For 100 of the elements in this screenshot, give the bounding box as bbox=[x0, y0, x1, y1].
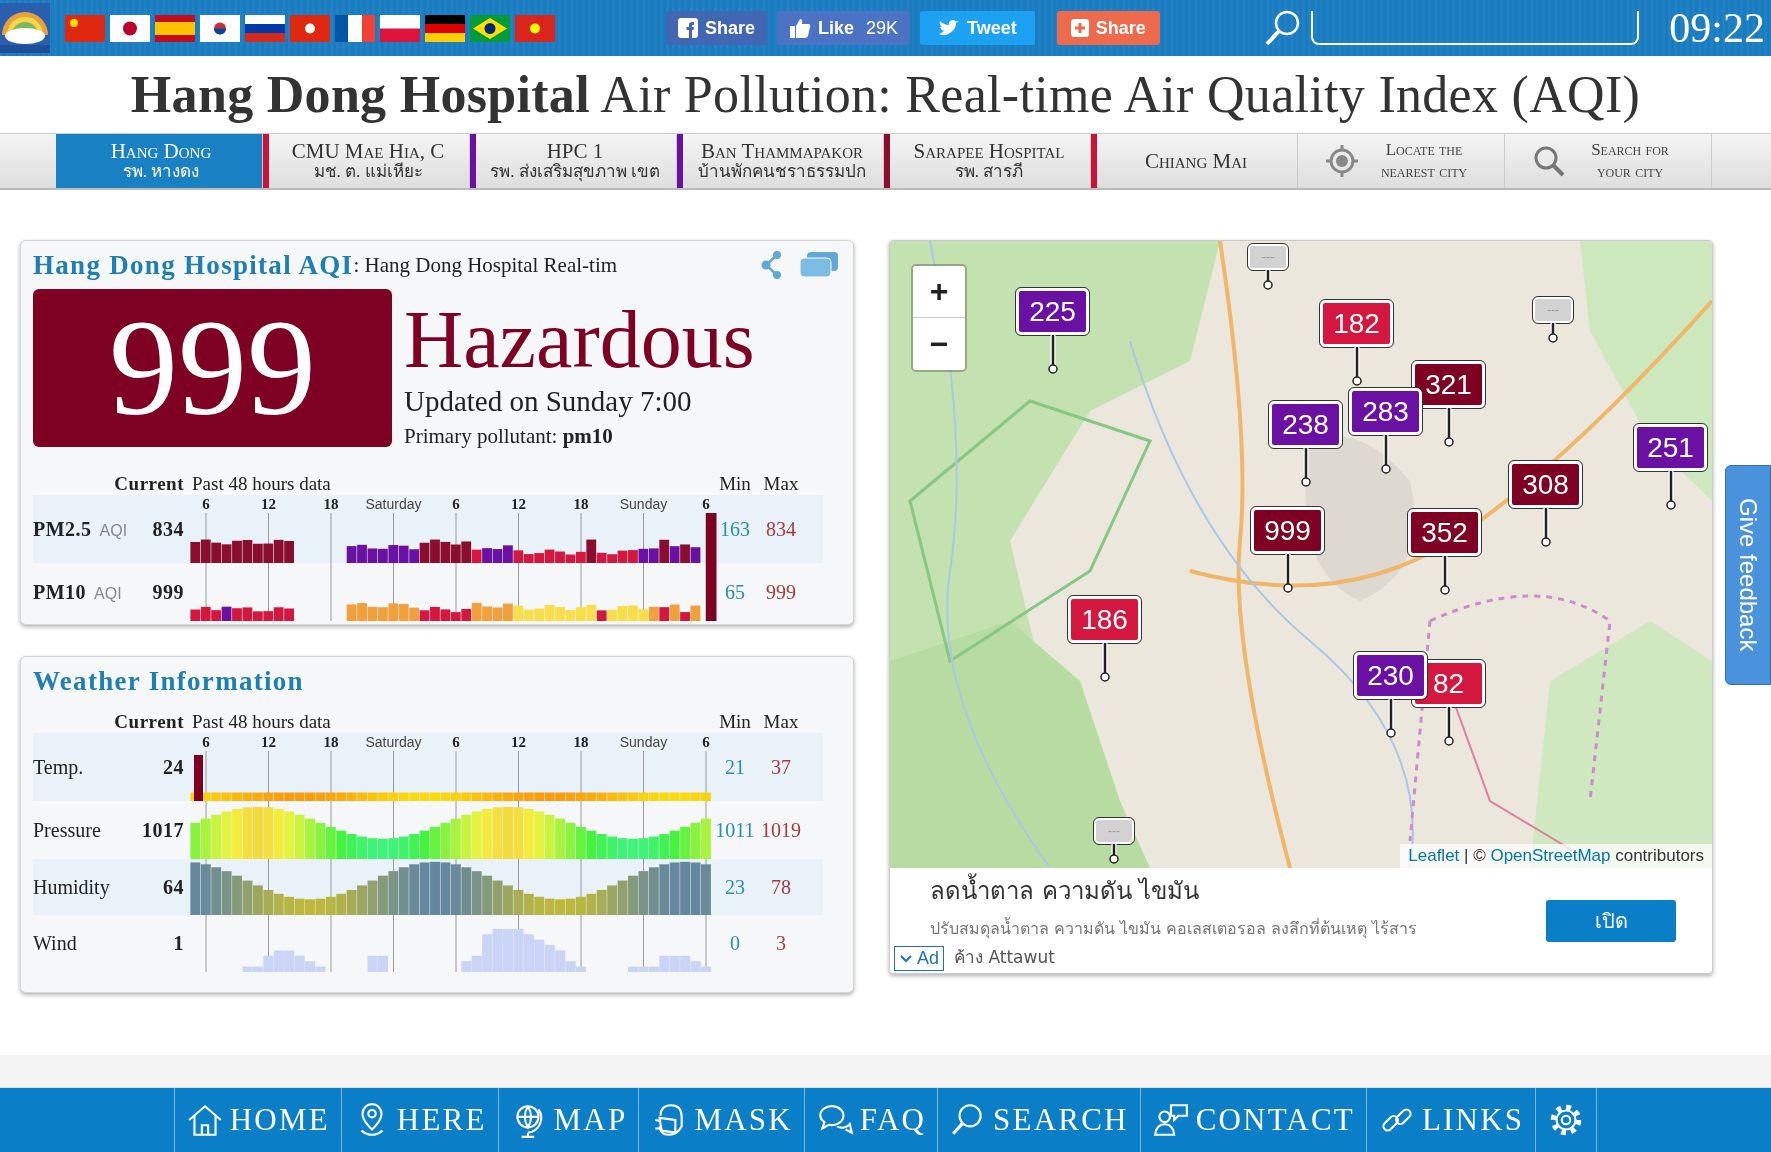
map-marker[interactable]: 283 bbox=[1349, 388, 1422, 435]
nav-button[interactable]: HOME bbox=[173, 1088, 341, 1152]
column-header: Current bbox=[113, 711, 184, 733]
axis-label: 12 bbox=[260, 733, 277, 751]
tab-subtitle: มช. ต. แม่เหียะ bbox=[313, 162, 423, 182]
nav-tab[interactable]: Locate the nearest city bbox=[1298, 134, 1505, 188]
clock: 09:22 bbox=[1669, 4, 1765, 52]
aqi-level: Hazardous bbox=[404, 299, 755, 381]
nav-button[interactable]: FAQ bbox=[803, 1088, 938, 1152]
min-value: 0 bbox=[729, 932, 741, 955]
ad-description: ปรับสมดุลน้ำตาล ความดัน ไขมัน คอเลสเตอรอล ลงลึกที่ต้นเหตุ ไร้สาร bbox=[930, 916, 1419, 941]
leaflet-link[interactable]: Leaflet bbox=[1408, 846, 1460, 865]
column-header: Min bbox=[718, 711, 752, 733]
share-button[interactable]: Share bbox=[666, 11, 768, 45]
nav-button[interactable]: HERE bbox=[340, 1088, 498, 1152]
column-header: Past 48 hours data bbox=[191, 473, 332, 495]
tab-title: Chiang Mai bbox=[1144, 149, 1248, 172]
tab-title: Locate the nearest city bbox=[1379, 138, 1469, 183]
map-marker[interactable]: 999 bbox=[1251, 507, 1324, 554]
tab-subtitle: บ้านพักคนชราธรรมปก bbox=[698, 162, 866, 182]
current-value: 999 bbox=[151, 580, 184, 604]
map-marker[interactable]: 251 bbox=[1634, 424, 1707, 471]
axis-label: 18 bbox=[322, 495, 340, 513]
map-marker[interactable]: 225 bbox=[1016, 288, 1089, 335]
tab-title: HPC 1 bbox=[546, 140, 604, 163]
openstreetmap-link[interactable]: OpenStreetMap bbox=[1490, 846, 1611, 865]
ad-advertiser: ค้าง Attawut bbox=[954, 946, 1056, 969]
max-value: 3 bbox=[775, 932, 787, 955]
tab-title: Sarapee Hospital bbox=[913, 140, 1065, 163]
row-label: PM2.5 bbox=[33, 517, 92, 541]
current-value: 1017 bbox=[141, 818, 184, 842]
axis-label: 18 bbox=[572, 733, 590, 751]
tab-title: Hang Dong bbox=[110, 140, 212, 163]
nav-button[interactable]: MASK bbox=[638, 1088, 804, 1152]
map-marker[interactable]: 186 bbox=[1068, 596, 1141, 643]
nav-button[interactable]: MAP bbox=[497, 1088, 639, 1152]
like-button[interactable]: Like 29K bbox=[777, 11, 911, 45]
axis-label: 6 bbox=[201, 495, 211, 513]
nav-tab[interactable]: Chiang Mai bbox=[1091, 134, 1298, 188]
min-value: 21 bbox=[724, 755, 746, 779]
updated-time: Updated on Sunday 7:00 bbox=[404, 385, 693, 418]
axis-label: 18 bbox=[322, 733, 340, 751]
column-header: Current bbox=[113, 473, 184, 495]
map-marker[interactable]: 352 bbox=[1408, 509, 1481, 556]
nav-button[interactable]: CONTACT bbox=[1139, 1088, 1366, 1152]
tab-title: Ban Thammapakor bbox=[701, 140, 863, 163]
axis-label: 6 bbox=[451, 495, 461, 513]
min-value: 163 bbox=[719, 517, 751, 541]
axis-label: 18 bbox=[572, 495, 590, 513]
row-label: Temp. bbox=[33, 755, 84, 779]
row-label: Pressure bbox=[33, 818, 101, 842]
current-value: 64 bbox=[162, 875, 184, 899]
axis-label: 12 bbox=[510, 733, 527, 751]
axis-label: 6 bbox=[451, 733, 461, 751]
card-title: Hang Dong Hospital AQI bbox=[33, 249, 354, 281]
nav-tab[interactable]: Search for your city bbox=[1505, 134, 1712, 188]
axis-label: 6 bbox=[701, 733, 711, 751]
tweet-button[interactable]: Tweet bbox=[920, 11, 1035, 45]
card-subtitle: : Hang Dong Hospital Real-tim bbox=[353, 252, 618, 278]
axis-label: 12 bbox=[510, 495, 527, 513]
column-header: Past 48 hours data bbox=[191, 711, 332, 733]
ad-choices-button[interactable]: Ad bbox=[894, 946, 945, 971]
nav-tab[interactable]: Hang Dong รพ. หางดง bbox=[56, 134, 263, 188]
ad-title: ลดน้ำตาล ความดัน ไขมัน bbox=[930, 871, 1506, 910]
axis-label: Saturday bbox=[364, 733, 423, 751]
share-button[interactable]: Share bbox=[1056, 11, 1160, 45]
axis-label: Saturday bbox=[364, 495, 423, 513]
min-value: 23 bbox=[724, 875, 746, 899]
current-value: 24 bbox=[162, 755, 184, 779]
tab-subtitle: รพ. สารภี bbox=[954, 162, 1024, 182]
primary-pollutant: Primary pollutant: pm10 bbox=[404, 424, 614, 449]
axis-label: 6 bbox=[701, 495, 711, 513]
nav-button[interactable]: LINKS bbox=[1365, 1088, 1536, 1152]
min-value: 65 bbox=[724, 580, 746, 604]
map-marker[interactable]: 230 bbox=[1354, 652, 1427, 699]
map-marker[interactable]: 182 bbox=[1320, 300, 1393, 347]
open-button[interactable]: เปิด bbox=[1546, 899, 1676, 942]
row-label: PM10 bbox=[33, 580, 87, 604]
nav-button[interactable]: SEARCH bbox=[937, 1088, 1140, 1152]
axis-label: Sunday bbox=[618, 733, 669, 751]
column-header: Max bbox=[762, 711, 800, 733]
unit-label: AQI bbox=[99, 521, 128, 540]
axis-label: 12 bbox=[260, 495, 277, 513]
map-marker[interactable]: 238 bbox=[1269, 401, 1342, 448]
zoom-out-button[interactable]: − bbox=[913, 318, 965, 370]
axis-label: 6 bbox=[201, 733, 211, 751]
unit-label: AQI bbox=[94, 584, 122, 603]
current-value: 1 bbox=[172, 932, 184, 955]
max-value: 37 bbox=[770, 755, 792, 779]
row-label: Humidity bbox=[33, 875, 110, 899]
map-marker[interactable]: 308 bbox=[1509, 461, 1582, 508]
zoom-in-button[interactable]: + bbox=[913, 266, 965, 318]
card-title: Weather Information bbox=[33, 665, 304, 697]
map-attribution: Leaflet | © OpenStreetMap contributors bbox=[1400, 844, 1712, 868]
column-header: Max bbox=[762, 473, 800, 495]
feedback-tab[interactable]: Give feedback bbox=[1725, 465, 1771, 685]
column-header: Min bbox=[718, 473, 752, 495]
map-marker[interactable]: 321 bbox=[1412, 361, 1485, 408]
max-value: 999 bbox=[765, 580, 797, 604]
row-label: Wind bbox=[33, 932, 77, 955]
